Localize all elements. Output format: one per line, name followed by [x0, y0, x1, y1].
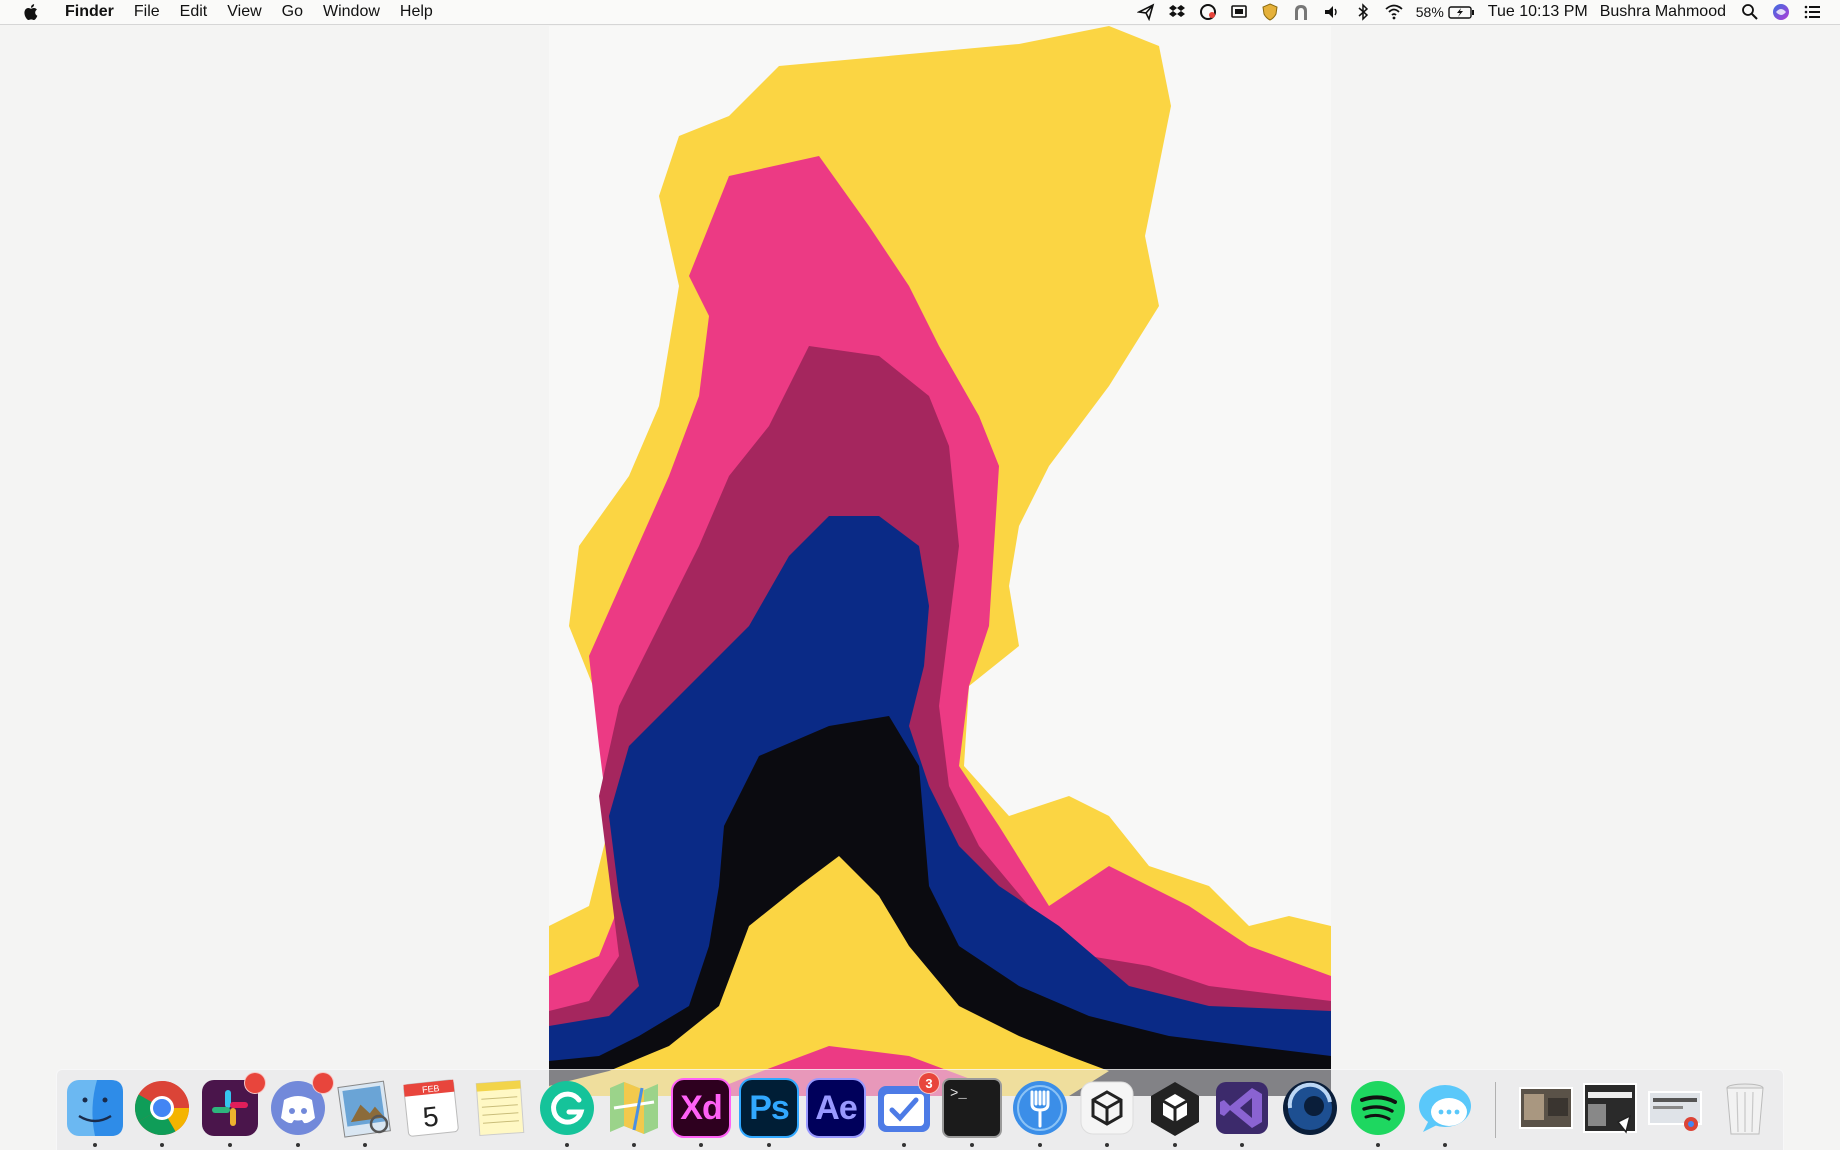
battery-percent[interactable]: 58%	[1416, 4, 1444, 20]
volume-icon[interactable]	[1322, 2, 1342, 22]
dock-after-effects[interactable]: Ae	[806, 1078, 866, 1138]
dock-messages[interactable]	[1415, 1078, 1475, 1138]
menu-bar: Finder File Edit View Go Window Help 58%…	[0, 0, 1840, 25]
dock-tasks[interactable]: 3	[874, 1072, 940, 1138]
dock-separator	[1495, 1082, 1496, 1138]
search-icon[interactable]	[1740, 2, 1760, 22]
dock-chrome[interactable]	[132, 1078, 192, 1138]
dock-finder[interactable]	[65, 1078, 125, 1138]
dock-slack[interactable]	[200, 1072, 266, 1138]
ps-logo-text: Ps	[749, 1088, 790, 1127]
notification-badge	[312, 1072, 334, 1094]
running-indicator	[1173, 1143, 1177, 1147]
trash-icon	[1726, 1083, 1764, 1135]
battery-icon[interactable]	[1448, 2, 1476, 22]
running-indicator	[902, 1143, 906, 1147]
dock-preview[interactable]	[335, 1078, 395, 1138]
running-indicator	[970, 1143, 974, 1147]
paper-plane-icon[interactable]	[1136, 2, 1156, 22]
dock-spotify[interactable]	[1348, 1078, 1408, 1138]
shield-icon[interactable]	[1260, 2, 1280, 22]
display-icon[interactable]	[1229, 2, 1249, 22]
notification-badge	[244, 1072, 266, 1094]
spotify-icon	[1351, 1081, 1405, 1135]
running-indicator	[160, 1143, 164, 1147]
siri-icon[interactable]	[1771, 2, 1791, 22]
notes-icon	[475, 1079, 525, 1137]
running-indicator	[565, 1143, 569, 1147]
dock-terminal[interactable]: >_	[942, 1078, 1002, 1138]
running-indicator	[93, 1143, 97, 1147]
dock-notes[interactable]	[470, 1078, 530, 1138]
messages-icon	[1419, 1085, 1471, 1132]
fork-icon	[1013, 1081, 1067, 1135]
calendar-month: FEB	[422, 1083, 440, 1095]
dock-visual-studio[interactable]	[1212, 1078, 1272, 1138]
clock[interactable]: Tue 10:13 PM	[1488, 3, 1588, 21]
visual-studio-icon	[1216, 1082, 1268, 1134]
dock-unity-hub[interactable]	[1077, 1078, 1137, 1138]
user-name[interactable]: Bushra Mahmood	[1600, 3, 1726, 21]
maps-icon	[610, 1082, 658, 1134]
menu-bar-left: Finder File Edit View Go Window Help	[0, 0, 453, 25]
wifi-icon[interactable]	[1384, 2, 1404, 22]
bluetooth-icon[interactable]	[1353, 2, 1373, 22]
ae-logo-text: Ae	[815, 1088, 857, 1127]
menu-help[interactable]: Help	[400, 3, 433, 21]
unity-hub-icon	[1080, 1081, 1134, 1135]
dock-discord[interactable]	[268, 1072, 334, 1138]
cinema-4d-icon	[1283, 1081, 1337, 1135]
dock-maps[interactable]	[604, 1078, 664, 1138]
apple-menu-icon[interactable]	[22, 3, 38, 21]
desktop: Finder File Edit View Go Window Help 58%…	[0, 0, 1840, 1150]
running-indicator	[767, 1143, 771, 1147]
dock-fork[interactable]	[1010, 1078, 1070, 1138]
arch-icon[interactable]	[1291, 2, 1311, 22]
wallpaper-art	[549, 26, 1331, 1096]
menu-window[interactable]: Window	[323, 3, 380, 21]
screenshot-thumbnail-icon	[1583, 1083, 1637, 1134]
dock-screenshot-thumb-1[interactable]	[1516, 1078, 1576, 1138]
dock-grammarly[interactable]	[537, 1078, 597, 1138]
running-indicator	[1240, 1143, 1244, 1147]
chrome-icon	[134, 1081, 189, 1136]
dock-screenshot-thumb-2[interactable]	[1580, 1078, 1640, 1138]
menu-go[interactable]: Go	[282, 3, 303, 21]
menu-edit[interactable]: Edit	[180, 3, 208, 21]
dock-unity[interactable]	[1145, 1078, 1205, 1138]
screenshot-thumbnail-icon	[1648, 1091, 1702, 1131]
running-indicator	[363, 1143, 367, 1147]
running-indicator	[228, 1143, 232, 1147]
xd-logo-text: Xd	[680, 1088, 722, 1127]
running-indicator	[1038, 1143, 1042, 1147]
running-indicator	[699, 1143, 703, 1147]
calendar-day: 5	[421, 1100, 440, 1132]
running-indicator	[1376, 1143, 1380, 1147]
unity-icon	[1151, 1082, 1199, 1136]
screenshot-thumbnail-icon	[1519, 1087, 1573, 1129]
running-indicator	[1105, 1143, 1109, 1147]
terminal-prompt: >_	[950, 1086, 967, 1102]
menu-file[interactable]: File	[134, 3, 160, 21]
running-indicator	[296, 1143, 300, 1147]
running-indicator	[1443, 1143, 1447, 1147]
grammarly-icon	[540, 1081, 594, 1135]
dropbox-icon[interactable]	[1167, 2, 1187, 22]
list-icon[interactable]	[1802, 2, 1822, 22]
dock-photoshop[interactable]: Ps	[739, 1078, 799, 1138]
menu-app-name[interactable]: Finder	[65, 3, 114, 21]
running-indicator	[632, 1143, 636, 1147]
menu-view[interactable]: View	[227, 3, 261, 21]
dock-cinema-4d[interactable]	[1280, 1078, 1340, 1138]
finder-icon	[67, 1080, 123, 1136]
dock-trash[interactable]	[1715, 1078, 1775, 1138]
calendar-icon: FEB 5	[403, 1079, 459, 1137]
dock-calendar[interactable]: FEB 5	[402, 1078, 462, 1138]
dock-screenshot-thumb-3[interactable]	[1645, 1078, 1705, 1138]
menu-bar-status: 58% Tue 10:13 PM Bushra Mahmood	[1125, 0, 1840, 25]
preview-icon	[337, 1080, 391, 1138]
creative-cloud-icon[interactable]	[1198, 2, 1218, 22]
dock-adobe-xd[interactable]: Xd	[671, 1078, 731, 1138]
notification-badge: 3	[918, 1072, 940, 1094]
